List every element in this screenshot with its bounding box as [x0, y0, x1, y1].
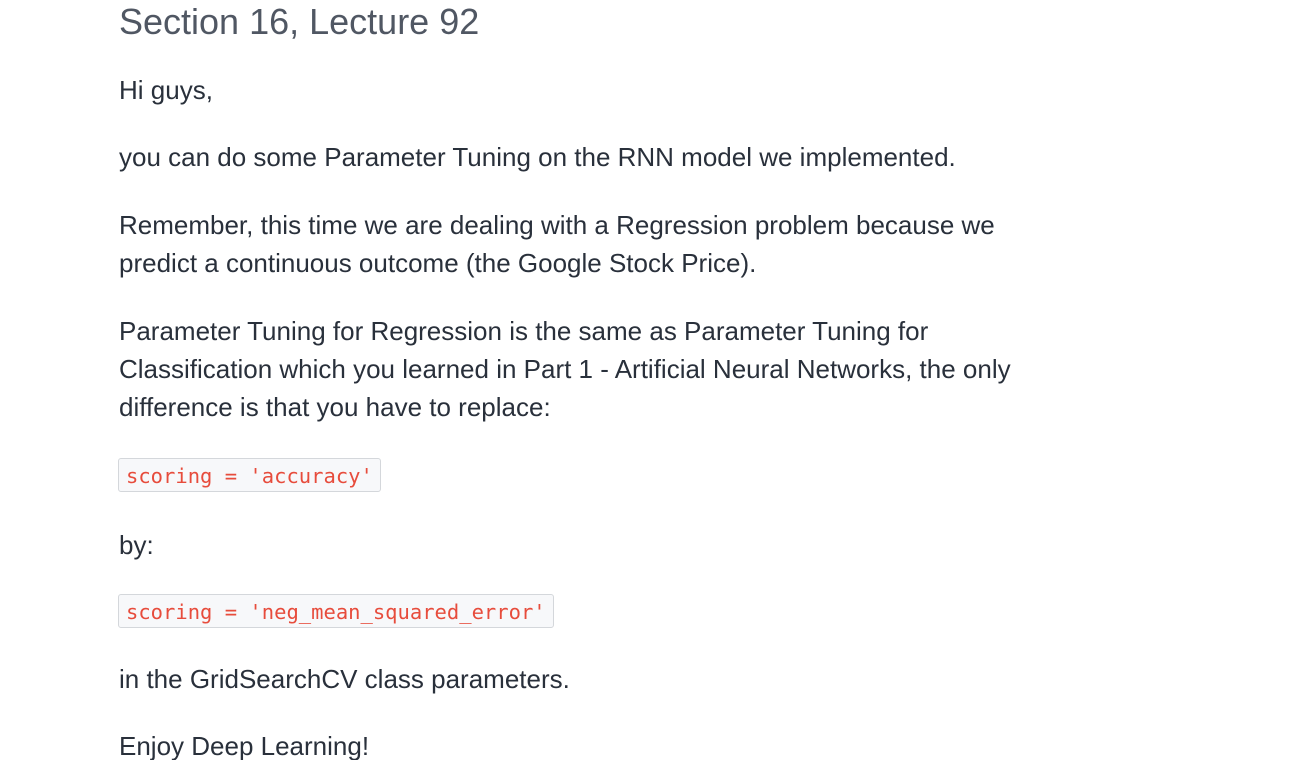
regression-paragraph: Remember, this time we are dealing with …: [119, 206, 1119, 282]
intro-paragraph: you can do some Parameter Tuning on the …: [119, 142, 956, 172]
regression-line-1: Remember, this time we are dealing with …: [119, 210, 995, 240]
by-paragraph: by:: [119, 530, 154, 560]
greeting-paragraph: Hi guys,: [119, 75, 213, 105]
closing-paragraph: Enjoy Deep Learning!: [119, 731, 370, 760]
tuning-paragraph: Parameter Tuning for Regression is the s…: [119, 312, 1119, 426]
tuning-line-3: difference is that you have to replace:: [119, 392, 551, 422]
tuning-line-2: Classification which you learned in Part…: [119, 354, 1011, 384]
regression-line-2: predict a continuous outcome (the Google…: [119, 248, 757, 278]
gridsearch-paragraph: in the GridSearchCV class parameters.: [119, 664, 570, 694]
lecture-content: Section 16, Lecture 92 Hi guys, you can …: [0, 0, 1294, 760]
code-scoring-mse: scoring = 'neg_mean_squared_error': [118, 594, 554, 628]
code-scoring-accuracy: scoring = 'accuracy': [118, 458, 381, 492]
tuning-line-1: Parameter Tuning for Regression is the s…: [119, 316, 929, 346]
lecture-title: Section 16, Lecture 92: [119, 1, 480, 42]
